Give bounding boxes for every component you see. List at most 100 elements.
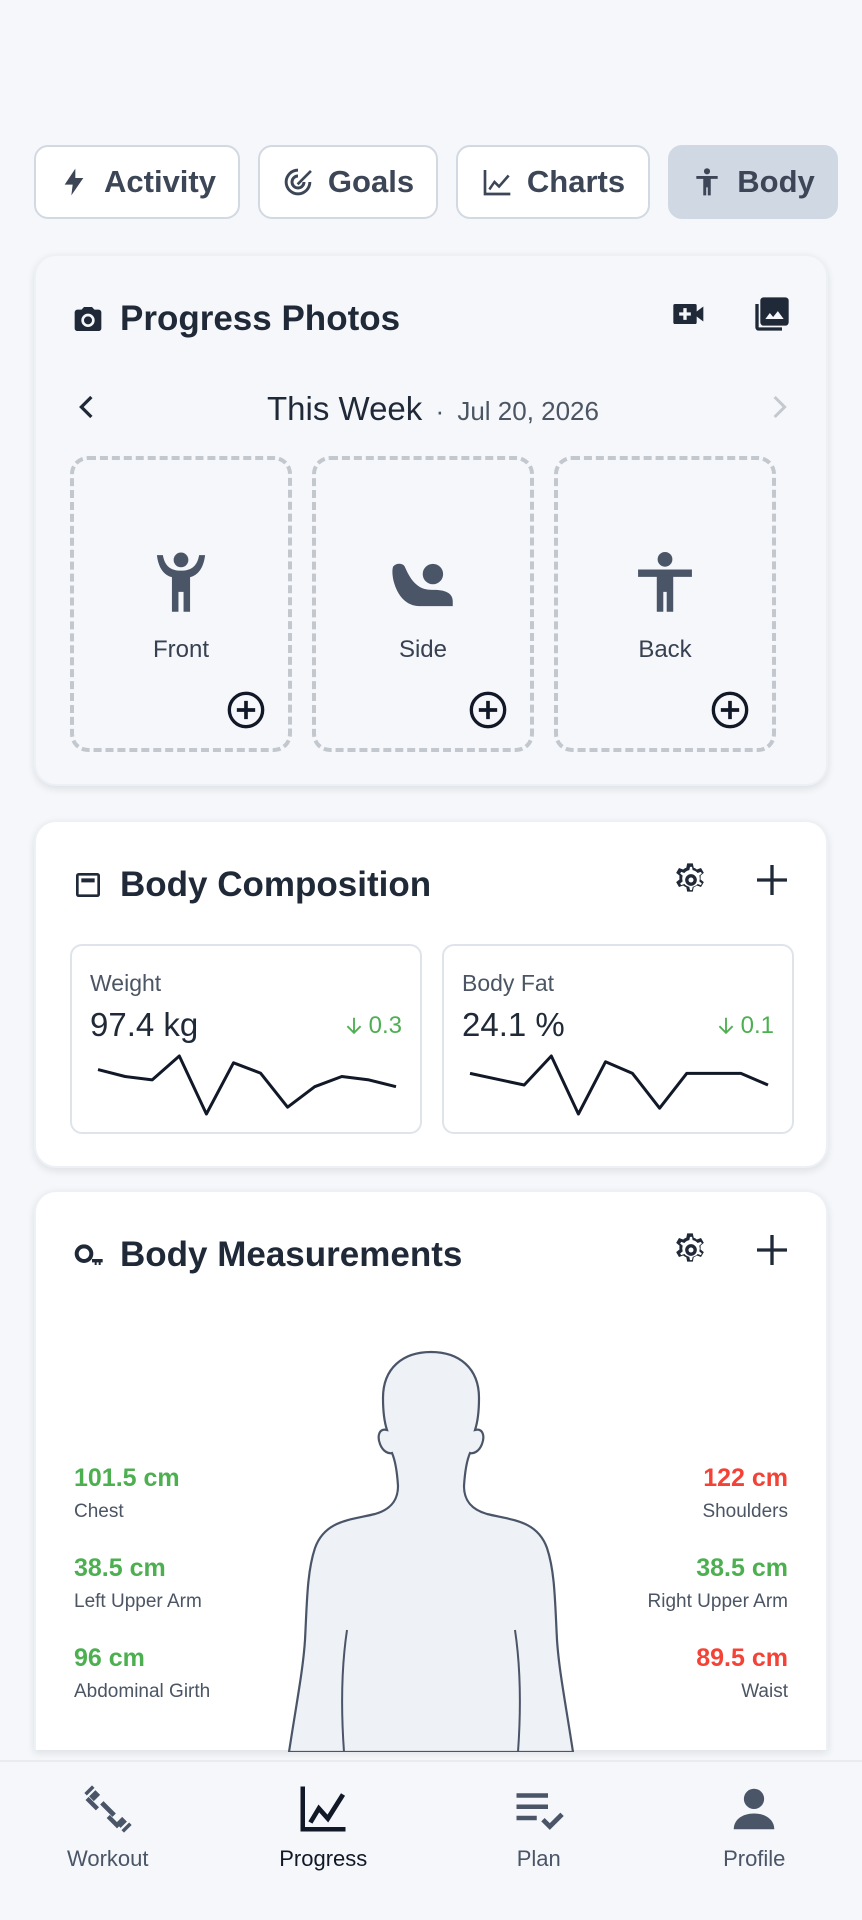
body-fat-value: 24.1 % — [462, 1006, 565, 1043]
plus-icon[interactable] — [752, 1230, 792, 1270]
chevron-right-icon — [773, 395, 787, 418]
section-tabs: Activity Goals Charts Body — [34, 145, 838, 219]
gallery-icon[interactable] — [752, 294, 792, 334]
add-circle-icon[interactable] — [468, 690, 508, 730]
next-week-button[interactable] — [764, 392, 794, 427]
chest-value: 101.5 cm — [74, 1464, 180, 1492]
side-pose-icon — [392, 563, 453, 607]
body-icon — [696, 168, 718, 196]
body-fat-delta-value: 0.1 — [740, 1012, 774, 1039]
gear-icon[interactable] — [670, 860, 710, 900]
measurement-waist[interactable]: 89.5 cm Waist — [696, 1644, 788, 1703]
nav-plan-label: Plan — [516, 1846, 561, 1871]
weight-label: Weight — [90, 970, 162, 996]
checklist-icon — [516, 1793, 564, 1830]
nav-workout-label: Workout — [66, 1846, 149, 1871]
body-silhouette — [287, 1350, 575, 1752]
week-separator: · — [435, 396, 445, 426]
camera-icon — [74, 307, 102, 331]
photo-slot-side-label: Side — [398, 636, 448, 663]
tab-activity[interactable]: Activity — [34, 145, 240, 219]
waist-label: Waist — [741, 1681, 788, 1702]
add-circle-icon[interactable] — [226, 690, 266, 730]
gear-icon[interactable] — [670, 1230, 710, 1270]
front-pose-icon — [156, 552, 206, 612]
week-date: Jul 20, 2026 — [457, 396, 599, 426]
tab-activity-label: Activity — [104, 164, 216, 199]
tab-body[interactable]: Body — [668, 145, 838, 219]
body-composition-header: Body Composition — [72, 862, 431, 908]
plus-icon[interactable] — [752, 860, 792, 900]
photo-slot-back[interactable]: Back — [554, 456, 776, 752]
week-navigator: This Week · Jul 20, 2026 — [72, 382, 794, 436]
line-chart-icon — [483, 170, 511, 196]
arrow-down-icon — [718, 1017, 733, 1035]
progress-photos-actions — [670, 294, 792, 334]
photo-slots: Front Side Back — [70, 456, 800, 752]
body-measurements-card: Body Measurements 101.5 cm Chest 38.5 cm… — [34, 1190, 828, 1752]
scale-icon — [76, 873, 100, 897]
photo-slot-front[interactable]: Front — [70, 456, 292, 752]
dumbbell-icon — [84, 1785, 132, 1833]
nav-profile-label: Profile — [723, 1846, 786, 1871]
nav-progress-label: Progress — [279, 1846, 368, 1871]
add-circle-icon[interactable] — [710, 690, 750, 730]
nav-profile[interactable]: Profile — [647, 1762, 862, 1920]
measurement-chest[interactable]: 101.5 cm Chest — [74, 1464, 180, 1523]
weight-sparkline — [97, 1054, 397, 1116]
progress-chart-icon — [300, 1786, 346, 1832]
progress-photos-title: Progress Photos — [120, 299, 401, 338]
week-title: This Week — [267, 390, 423, 427]
left-upper-arm-value: 38.5 cm — [74, 1554, 166, 1582]
back-pose-icon — [638, 551, 692, 612]
body-fat-delta: 0.1 — [715, 1012, 774, 1040]
tab-charts[interactable]: Charts — [456, 145, 650, 219]
body-composition-actions — [670, 860, 792, 900]
body-fat-label: Body Fat — [462, 970, 555, 996]
weight-delta-value: 0.3 — [368, 1012, 402, 1039]
shoulders-value: 122 cm — [703, 1464, 788, 1492]
measurement-shoulders[interactable]: 122 cm Shoulders — [702, 1464, 788, 1523]
body-composition-title: Body Composition — [120, 865, 432, 904]
body-measurements-header: Body Measurements — [72, 1232, 462, 1278]
measurement-left-upper-arm[interactable]: 38.5 cm Left Upper Arm — [74, 1554, 202, 1613]
body-measurements-actions — [670, 1230, 792, 1270]
bottom-navigation: Workout Progress Plan Profile — [0, 1760, 862, 1920]
person-icon — [734, 1788, 775, 1830]
arrow-down-icon — [346, 1017, 361, 1035]
photo-slot-back-label: Back — [638, 636, 692, 663]
tab-body-label: Body — [737, 164, 815, 199]
weight-tile[interactable]: Weight 97.4 kg 0.3 — [70, 944, 422, 1134]
shoulders-label: Shoulders — [702, 1501, 788, 1522]
body-measurements-title: Body Measurements — [120, 1235, 463, 1274]
week-label: This Week · Jul 20, 2026 — [267, 390, 599, 428]
chest-label: Chest — [74, 1501, 124, 1522]
measurement-right-upper-arm[interactable]: 38.5 cm Right Upper Arm — [648, 1554, 788, 1613]
progress-photos-card: Progress Photos This Week · Jul 20, 2026… — [34, 254, 828, 786]
body-composition-card: Body Composition Weight 97.4 kg 0.3 Body… — [34, 820, 828, 1168]
nav-progress[interactable]: Progress — [216, 1762, 432, 1920]
photo-slot-side[interactable]: Side — [312, 456, 534, 752]
tape-measure-icon — [74, 1244, 103, 1265]
target-icon — [284, 168, 312, 196]
nav-plan[interactable]: Plan — [431, 1762, 647, 1920]
body-fat-tile[interactable]: Body Fat 24.1 % 0.1 — [442, 944, 794, 1134]
previous-week-button[interactable] — [72, 392, 102, 427]
progress-photos-header: Progress Photos — [72, 296, 400, 342]
tab-goals[interactable]: Goals — [258, 145, 438, 219]
chevron-left-icon — [79, 395, 93, 418]
composition-tiles: Weight 97.4 kg 0.3 Body Fat 24.1 % 0.1 — [70, 944, 794, 1134]
weight-delta: 0.3 — [343, 1012, 402, 1040]
right-upper-arm-label: Right Upper Arm — [647, 1591, 788, 1612]
weight-value: 97.4 kg — [90, 1006, 199, 1043]
waist-value: 89.5 cm — [696, 1644, 788, 1672]
nav-workout[interactable]: Workout — [0, 1762, 216, 1920]
video-add-icon[interactable] — [670, 294, 710, 334]
left-upper-arm-label: Left Upper Arm — [74, 1591, 202, 1612]
photo-slot-front-label: Front — [152, 636, 209, 663]
measurement-abdominal-girth[interactable]: 96 cm Abdominal Girth — [74, 1644, 210, 1703]
abdominal-girth-value: 96 cm — [74, 1644, 145, 1672]
right-upper-arm-value: 38.5 cm — [696, 1554, 788, 1582]
bolt-icon — [64, 168, 84, 196]
body-fat-sparkline — [469, 1054, 769, 1116]
